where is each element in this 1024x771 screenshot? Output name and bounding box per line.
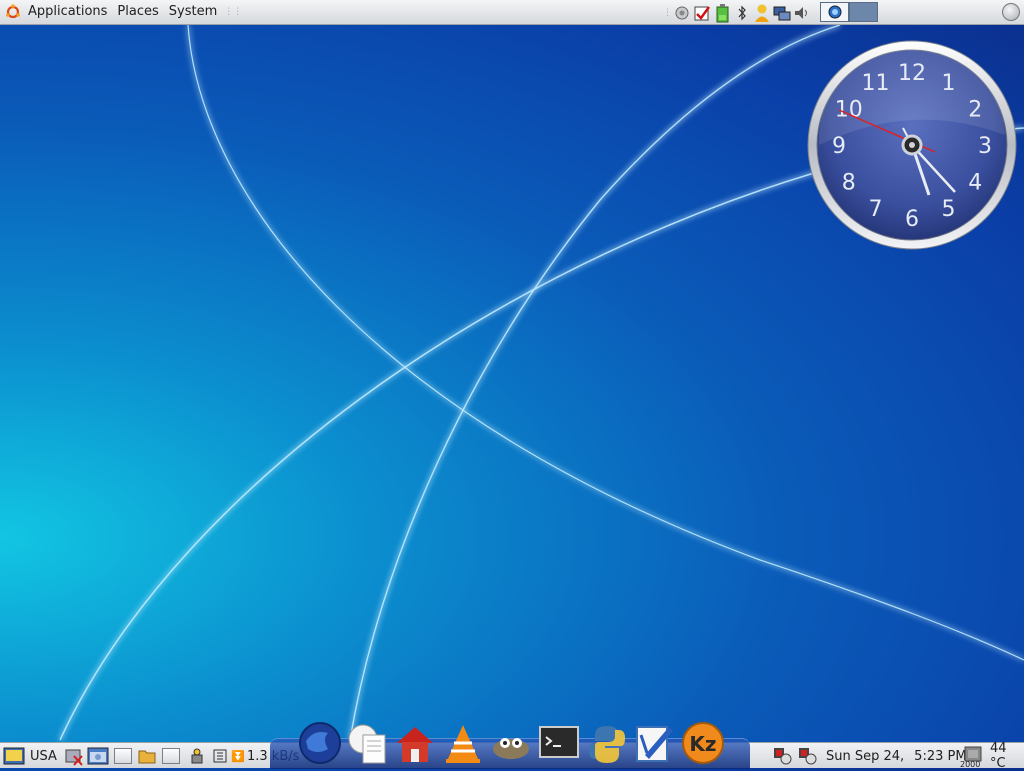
clock-numeral: 3 <box>978 134 992 159</box>
tasks-check-icon[interactable] <box>693 3 711 23</box>
clock-numeral: 12 <box>898 61 926 86</box>
network-applet-icon[interactable] <box>189 746 207 766</box>
clock-numeral: 2 <box>968 98 982 123</box>
clock-numeral: 4 <box>968 171 982 196</box>
volume-icon[interactable] <box>793 3 811 23</box>
system-tray: ⋮ <box>661 1 812 24</box>
system-menu[interactable]: System <box>164 0 222 24</box>
panel-date: Sun Sep 24, <box>826 748 905 764</box>
recorder-icon-1[interactable] <box>772 746 794 766</box>
clock-numeral: 9 <box>832 134 846 159</box>
applications-menu[interactable]: Applications <box>23 0 112 24</box>
home-icon[interactable] <box>392 720 438 766</box>
download-arrow-icon: ⏬ <box>231 749 245 763</box>
tray-handle-icon: ⋮ <box>663 7 672 18</box>
firefox-icon[interactable] <box>297 720 343 766</box>
show-desktop-icon[interactable] <box>3 746 25 766</box>
analog-clock-widget: 12 1234567891011 <box>807 40 1017 250</box>
top-panel: Applications Places System ⋮⋮ ⋮ <box>0 0 1024 25</box>
clock-numeral: 1 <box>942 71 956 96</box>
messenger-icon[interactable] <box>753 3 771 23</box>
clock-numeral: 5 <box>942 197 956 222</box>
places-menu[interactable]: Places <box>112 0 163 24</box>
folder-icon[interactable] <box>138 746 156 766</box>
network-icon[interactable] <box>673 3 691 23</box>
workspace-2[interactable] <box>849 2 878 22</box>
window-list-button-1[interactable] <box>114 746 132 766</box>
battery-icon[interactable] <box>713 3 731 23</box>
keyboard-layout-indicator[interactable]: USA <box>30 746 57 766</box>
ubuntu-logo-icon[interactable] <box>3 2 23 22</box>
recorder-icon-2[interactable] <box>797 746 819 766</box>
shutdown-icon[interactable] <box>1002 3 1020 21</box>
window-list-button-2[interactable] <box>162 746 180 766</box>
text-editor-icon[interactable] <box>632 720 678 766</box>
clock-numeral: 8 <box>842 171 856 196</box>
clock-numeral: 7 <box>869 197 883 222</box>
panel-clock[interactable]: Sun Sep 24, 5:23 PM <box>826 746 967 766</box>
netspeed-icon: ⏬ <box>213 746 245 766</box>
clock-numeral: 11 <box>862 71 890 96</box>
workspace-switcher[interactable] <box>820 2 878 23</box>
workspace-window-icon[interactable] <box>87 746 109 766</box>
python-icon[interactable] <box>584 720 630 766</box>
panel-handle-icon: ⋮⋮ <box>224 7 243 17</box>
workspace-1[interactable] <box>820 2 849 22</box>
network-monitor-icon[interactable] <box>773 3 791 23</box>
temperature-readout: 44 °C <box>990 741 1007 771</box>
clock-numeral: 6 <box>905 207 919 232</box>
vlc-icon[interactable] <box>440 720 486 766</box>
gimp-icon[interactable] <box>488 720 534 766</box>
terminal-icon[interactable] <box>536 720 582 766</box>
documents-icon[interactable] <box>344 720 390 766</box>
trash-empty-icon[interactable] <box>64 746 84 766</box>
cpu-freq-monitor: 2000 <box>960 746 984 769</box>
svg-text:Kz: Kz <box>689 732 716 756</box>
panel-time: 5:23 PM <box>914 748 967 764</box>
kz-icon[interactable]: Kz <box>680 720 726 766</box>
bluetooth-icon[interactable] <box>733 3 751 23</box>
